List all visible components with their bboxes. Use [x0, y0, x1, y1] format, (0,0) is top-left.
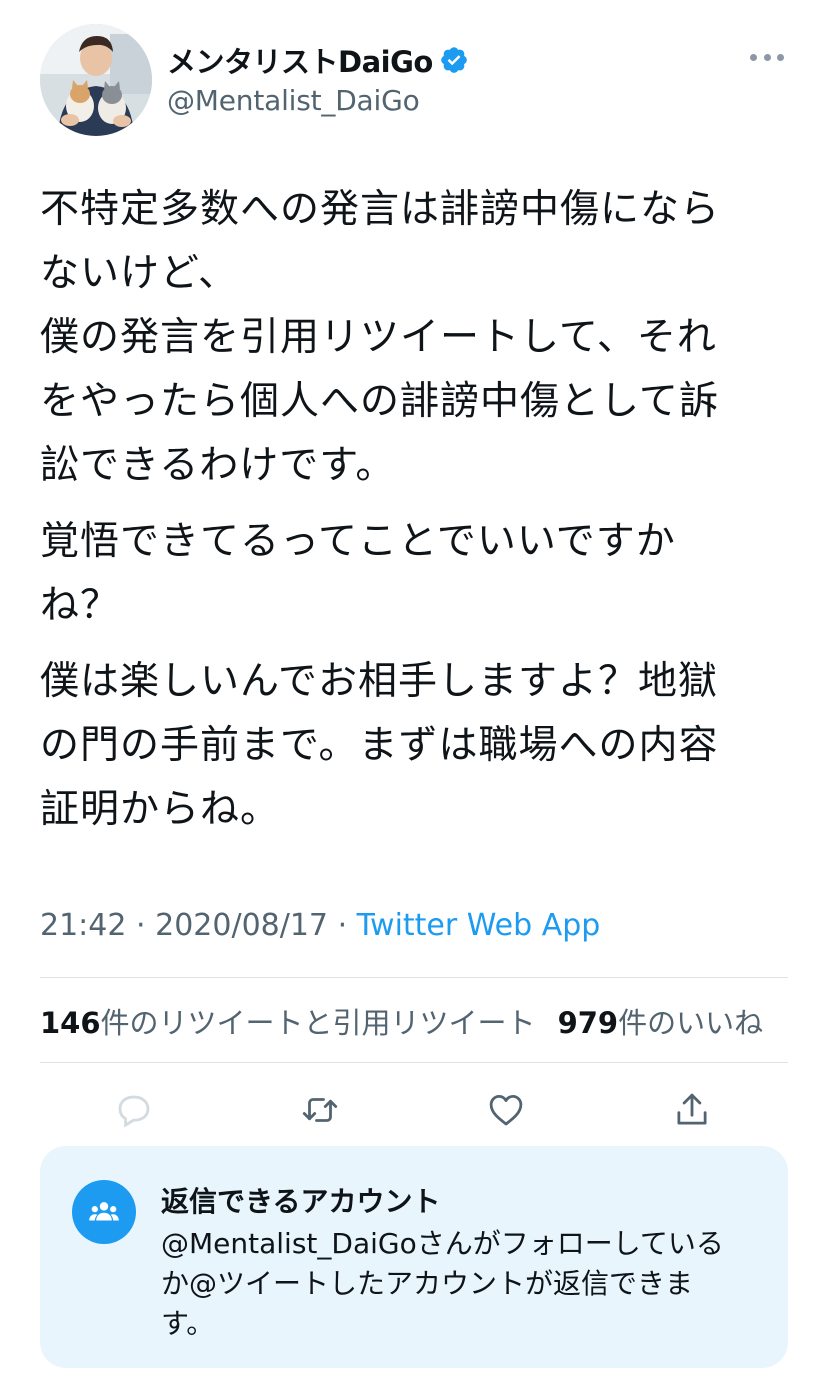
user-names: メンタリストDaiGo @Mentalist_DaiGo [167, 42, 469, 117]
retweets-label: 件のリツイートと引用リツイート [100, 1006, 536, 1040]
tweet-stats: 146件のリツイートと引用リツイート 979件のいいね [40, 1000, 763, 1042]
likes-stat[interactable]: 979件のいいね [558, 1006, 764, 1040]
reply-restriction-line: か@ツイートしたアカウントが返信できま [161, 1267, 694, 1300]
people-icon [72, 1180, 136, 1244]
divider [40, 977, 788, 978]
divider [40, 1062, 788, 1063]
reply-restriction-card: 返信できるアカウント @Mentalist_DaiGoさんがフォローしている か… [40, 1146, 788, 1368]
reply-restriction-line: す。 [161, 1307, 215, 1340]
retweet-icon[interactable] [296, 1086, 344, 1134]
likes-label: 件のいいね [618, 1006, 764, 1040]
tweet-meta: 21:42 · 2020/08/17 · Twitter Web App [40, 908, 600, 943]
meta-separator: · [337, 908, 348, 943]
verified-badge-icon [439, 45, 469, 75]
tweet-paragraph: 不特定多数への発言は誹謗中傷になら ないけど、 僕の発言を引用リツイートして、そ… [40, 178, 800, 498]
reply-restriction-body: @Mentalist_DaiGoさんがフォローしている か@ツイートしたアカウン… [161, 1224, 761, 1344]
like-icon[interactable] [482, 1086, 530, 1134]
avatar[interactable] [40, 24, 152, 136]
tweet-paragraph: 僕は楽しいんでお相手しますよ？地獄 の門の手前まで。まずは職場への内容 証明から… [40, 650, 800, 842]
tweet-paragraph: 覚悟できてるってことでいいですか ね？ [40, 510, 800, 638]
retweets-count: 146 [40, 1006, 101, 1040]
tweet-line: 不特定多数への発言は誹謗中傷になら [40, 187, 721, 232]
tweet-line: ないけど、 [40, 251, 239, 296]
tweet-line: 覚悟できてるってことでいいですか [40, 519, 676, 564]
share-icon[interactable] [668, 1086, 716, 1134]
tweet-date[interactable]: 2020/08/17 [155, 908, 328, 943]
more-options-icon[interactable] [750, 50, 784, 64]
tweet-time[interactable]: 21:42 [40, 908, 126, 943]
tweet-line: の門の手前まで。まずは職場への内容 [40, 723, 719, 768]
retweets-stat[interactable]: 146件のリツイートと引用リツイート [40, 1006, 536, 1040]
tweet-text: 不特定多数への発言は誹謗中傷になら ないけど、 僕の発言を引用リツイートして、そ… [40, 178, 800, 854]
tweet-line: 僕は楽しいんでお相手しますよ？地獄 [40, 659, 719, 704]
likes-count: 979 [557, 1006, 619, 1040]
profile-photo-icon [40, 24, 152, 136]
tweet-line: をやったら個人への誹謗中傷として訴 [40, 379, 719, 424]
reply-restriction-title: 返信できるアカウント [161, 1185, 441, 1218]
meta-separator: · [136, 908, 146, 943]
tweet-line: ね？ [40, 583, 121, 628]
display-name[interactable]: メンタリストDaiGo [167, 39, 433, 81]
tweet-line: 僕の発言を引用リツイートして、それ [40, 315, 717, 360]
reply-icon[interactable] [110, 1086, 158, 1134]
reply-restriction-line: @Mentalist_DaiGoさんがフォローしている [161, 1227, 724, 1260]
tweet-source[interactable]: Twitter Web App [357, 908, 601, 943]
user-handle[interactable]: @Mentalist_DaiGo [167, 84, 469, 117]
tweet-line: 証明からね。 [40, 787, 281, 832]
action-bar [40, 1086, 788, 1134]
tweet-header: メンタリストDaiGo @Mentalist_DaiGo [40, 24, 790, 136]
tweet-line: 訟できるわけです。 [40, 443, 396, 488]
